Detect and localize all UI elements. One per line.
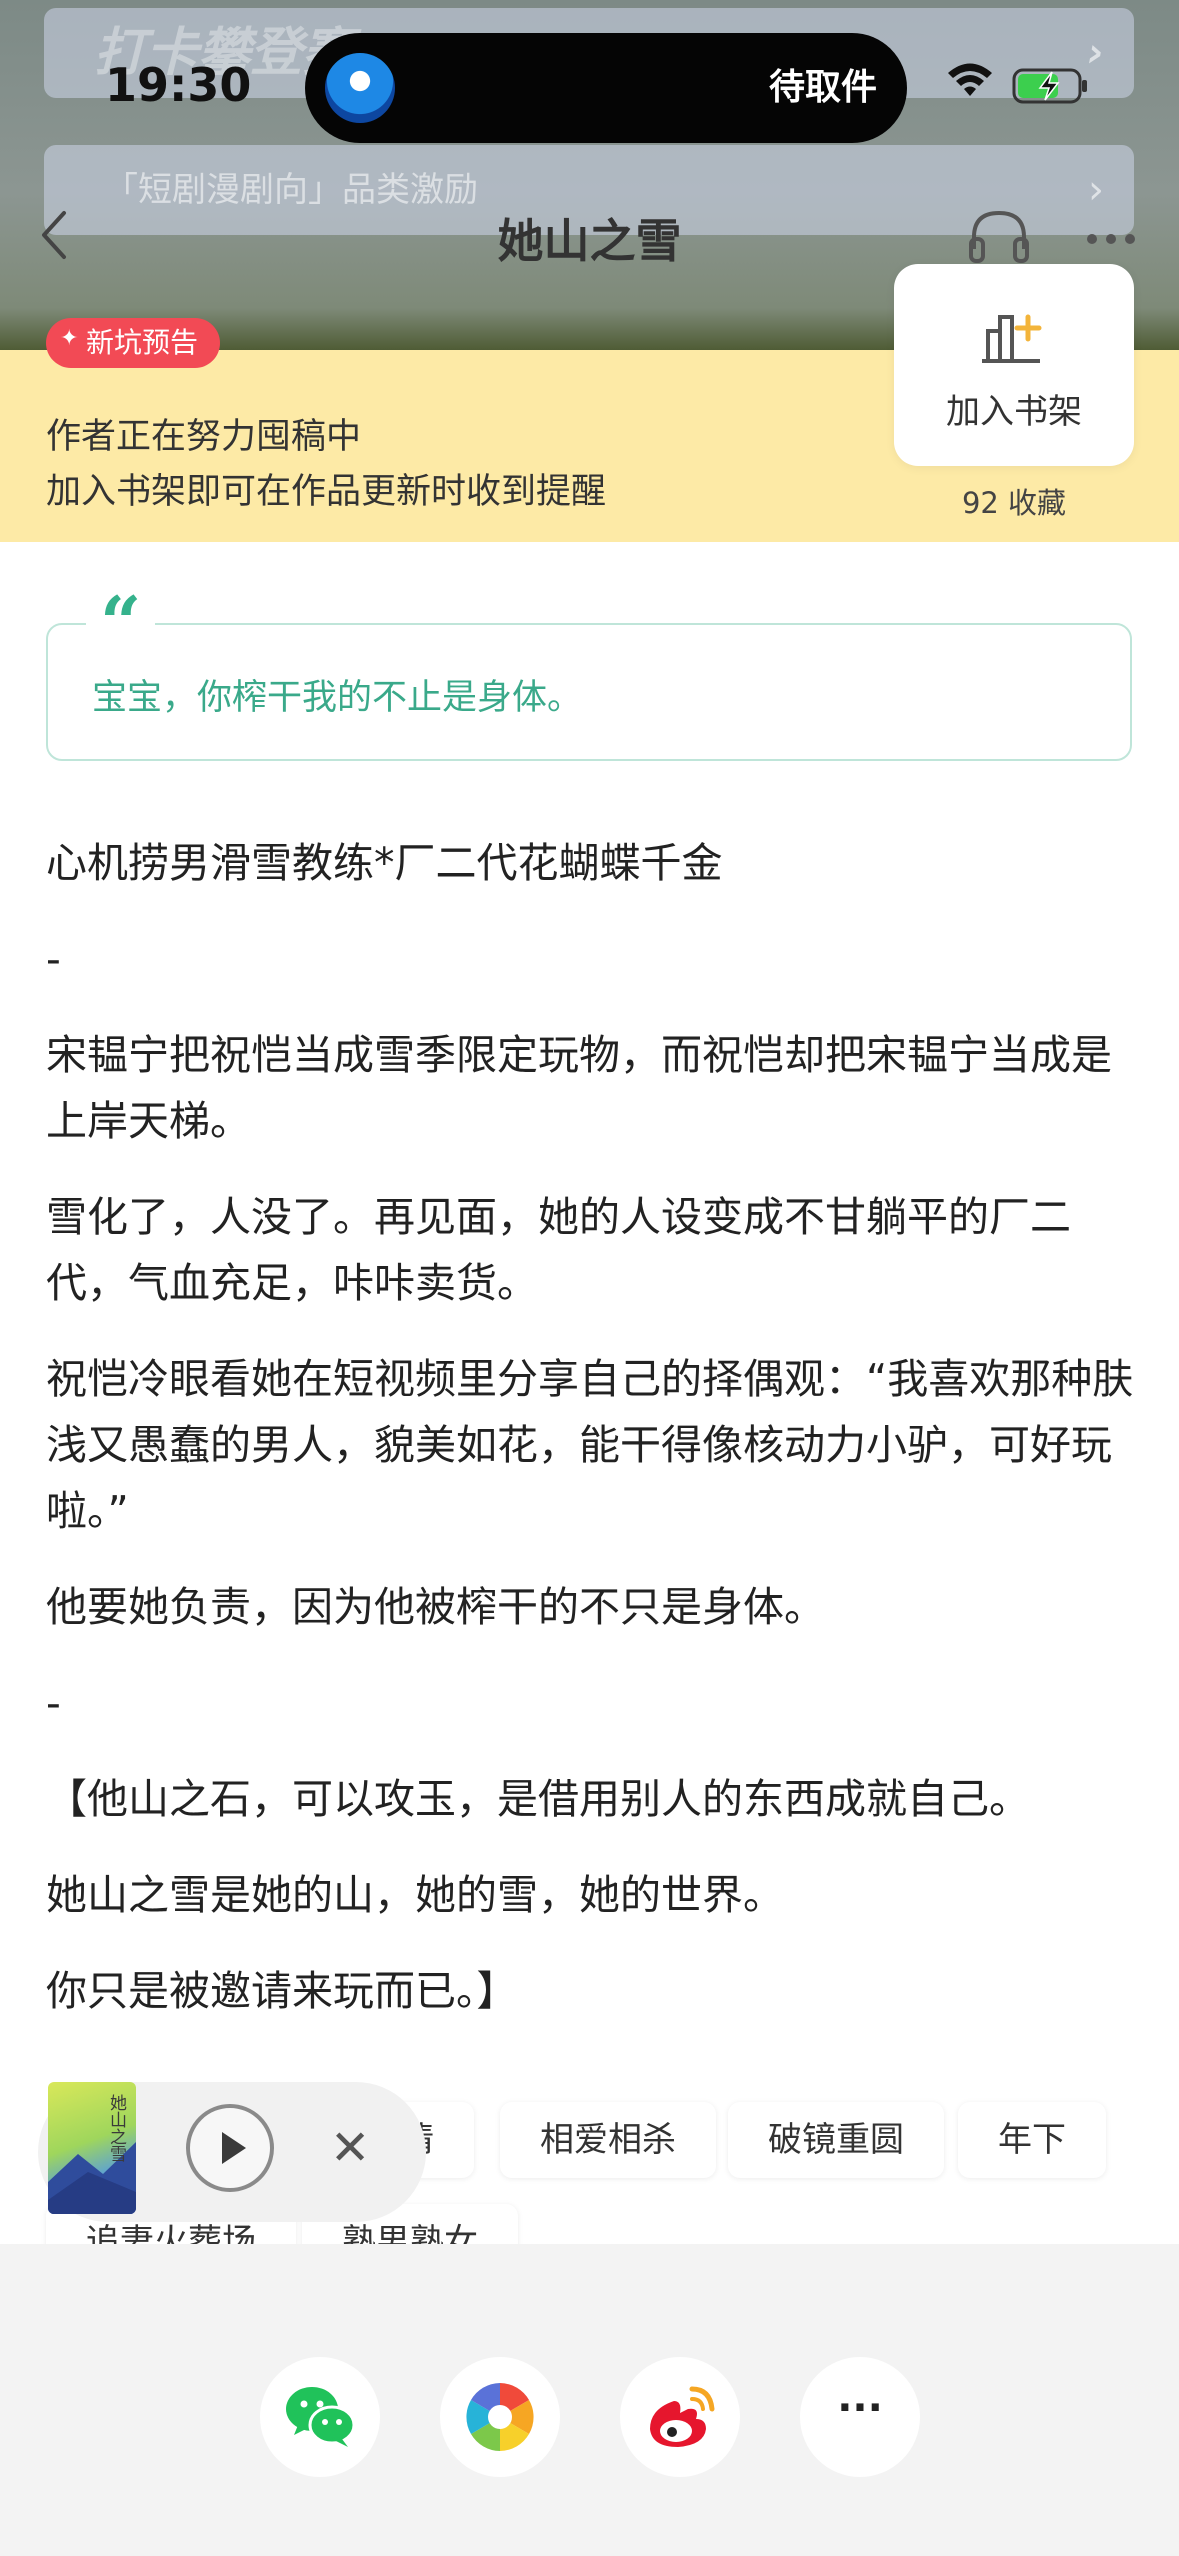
play-button[interactable] (186, 2104, 274, 2192)
add-to-shelf-label: 加入书架 (946, 392, 1082, 432)
tag-chip[interactable]: 破镜重圆 (728, 2102, 944, 2178)
more-horizontal-icon[interactable] (1085, 232, 1137, 246)
robot-avatar-icon (325, 53, 395, 123)
book-cover[interactable]: 她山之雪 (48, 2082, 136, 2214)
new-series-badge: ✦ 新坑预告 (46, 318, 221, 368)
share-bar: ··· (0, 2244, 1179, 2556)
description-divider: - (46, 1679, 61, 1727)
badge-label: 新坑预告 (86, 326, 199, 359)
mini-audio-player[interactable]: 她山之雪 ✕ (38, 2082, 426, 2222)
description-paragraph: 你只是被邀请来玩而已。】 (46, 1967, 518, 2015)
headphones-icon[interactable] (968, 207, 1030, 265)
book-description: 心机捞男滑雪教练*厂二代花蝴蝶千金 - 宋韫宁把祝恺当成雪季限定玩物，而祝恺却把… (46, 830, 1136, 2054)
collect-count: 92 收藏 (961, 486, 1067, 520)
description-divider: - (46, 935, 61, 983)
banner-text-line1: 作者正在努力囤稿中 (46, 417, 362, 457)
description-paragraph: 宋韫宁把祝恺当成雪季限定玩物，而祝恺却把宋韫宁当成是上岸天梯。 (46, 1031, 1112, 1145)
description-paragraph: 雪化了，人没了。再见面，她的人设变成不甘躺平的厂二代，气血充足，咔咔卖货。 (46, 1193, 1071, 1307)
sparkle-icon: ✦ (60, 326, 79, 351)
tag-chip[interactable]: 相爱相杀 (500, 2102, 716, 2178)
add-to-shelf-button[interactable]: 加入书架 (894, 264, 1134, 466)
featured-quote: “ 宝宝，你榨干我的不止是身体。 (46, 587, 1132, 761)
share-more-button[interactable]: ··· (800, 2357, 920, 2477)
promo-label: 「短剧漫剧向」品类激励 (104, 170, 478, 210)
wechat-icon (286, 2387, 356, 2447)
weibo-icon (650, 2386, 715, 2447)
add-bookshelf-icon (982, 314, 1042, 363)
cover-title: 她山之雪 (106, 2094, 126, 2162)
description-paragraph: 心机捞男滑雪教练*厂二代花蝴蝶千金 (46, 839, 723, 887)
share-moments-button[interactable] (440, 2357, 560, 2477)
description-paragraph: 【他山之石，可以攻玉，是借用别人的东西成就自己。 (46, 1775, 1030, 1823)
wifi-icon (948, 63, 992, 96)
quote-text: 宝宝，你榨干我的不止是身体。 (92, 678, 583, 718)
battery-charging-icon (1012, 68, 1087, 104)
dynamic-island[interactable]: 待取件 (305, 33, 907, 143)
share-wechat-button[interactable] (260, 2357, 380, 2477)
close-icon[interactable]: ✕ (330, 2120, 370, 2176)
description-paragraph: 他要她负责，因为他被榨干的不只是身体。 (46, 1583, 825, 1631)
quote-mark-icon: “ (86, 587, 156, 659)
play-icon (222, 2132, 246, 2164)
share-weibo-button[interactable] (620, 2357, 740, 2477)
description-paragraph: 她山之雪是她的山，她的雪，她的世界。 (46, 1871, 784, 1919)
more-horizontal-icon: ··· (837, 2385, 883, 2431)
banner-text-line2: 加入书架即可在作品更新时收到提醒 (46, 472, 607, 512)
island-text: 待取件 (768, 67, 877, 108)
description-paragraph: 祝恺冷眼看她在短视频里分享自己的择偶观：“我喜欢那种肤浅又愚蠢的男人，貌美如花，… (46, 1355, 1134, 1535)
moments-icon (466, 2383, 534, 2451)
status-time: 19:30 (105, 58, 252, 112)
tag-chip[interactable]: 年下 (958, 2102, 1106, 2178)
